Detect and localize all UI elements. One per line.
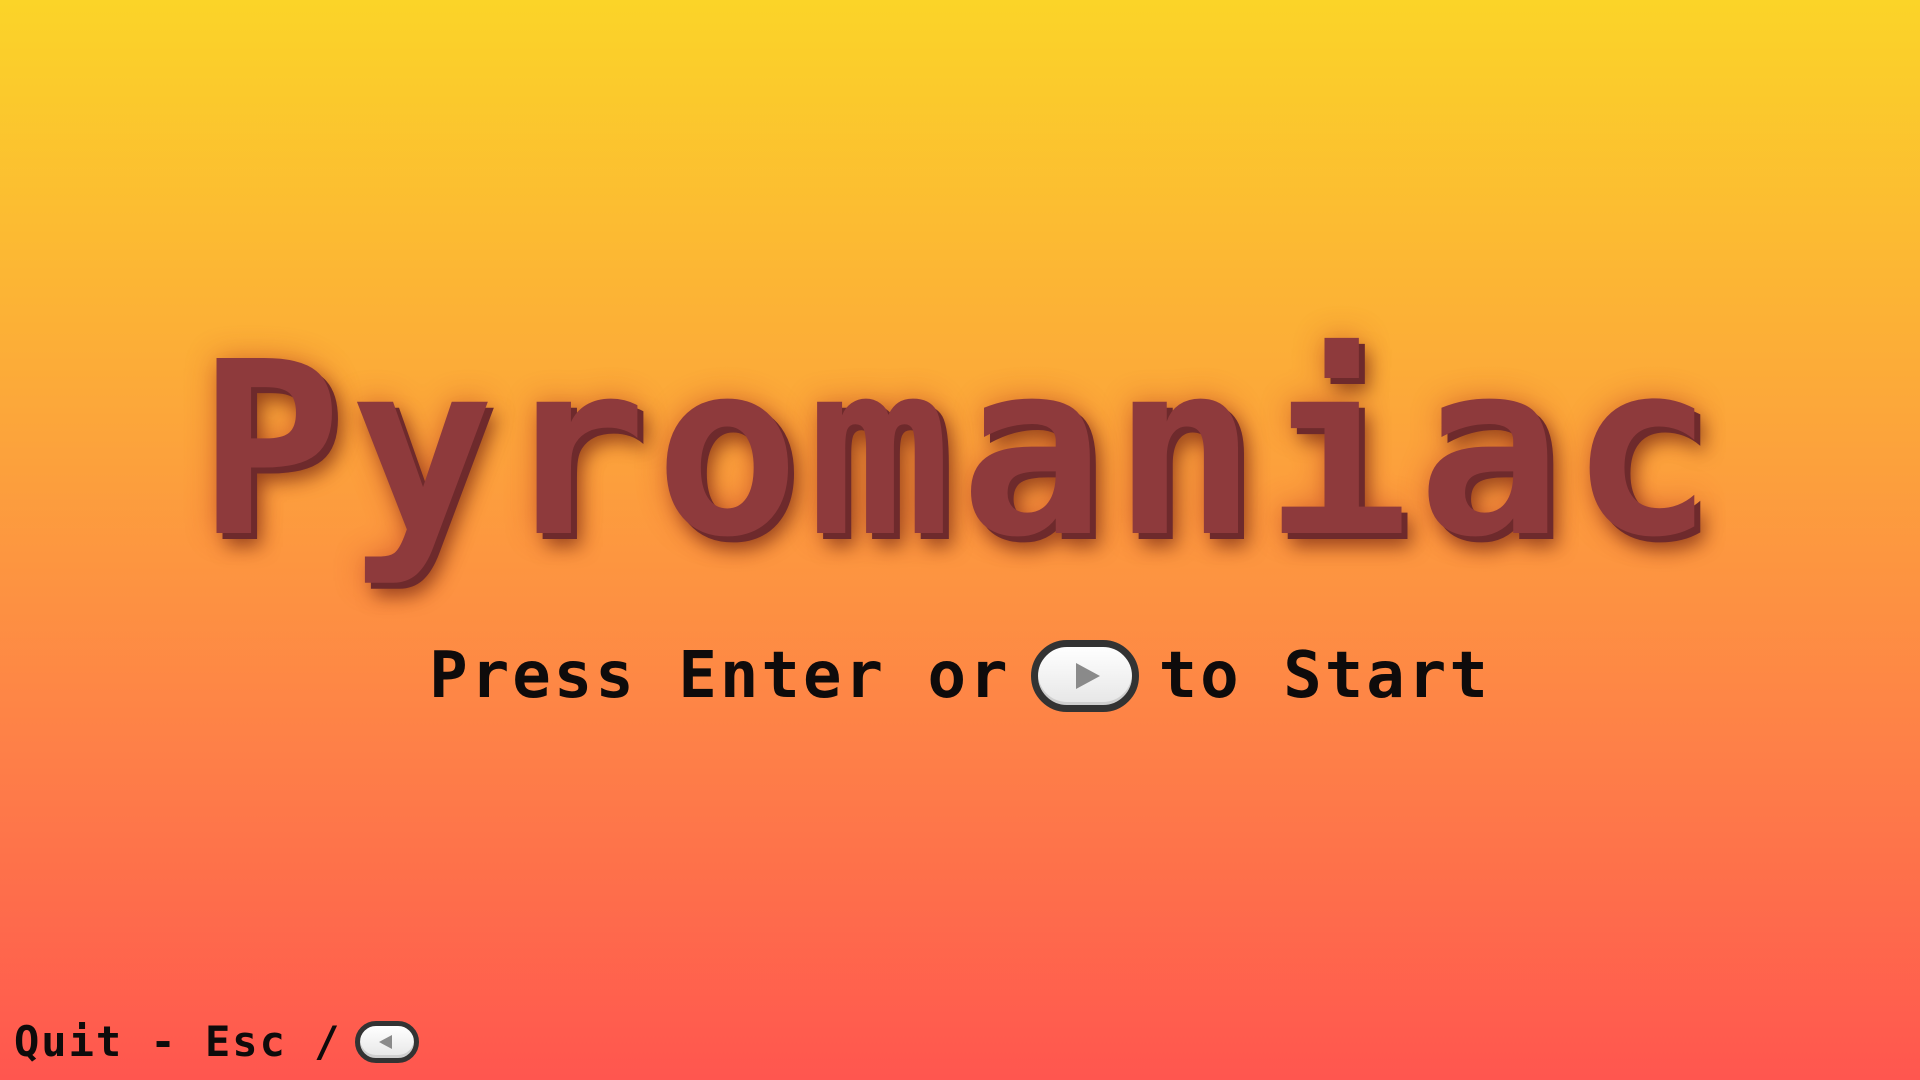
quit-hint: Quit - Esc / (14, 1017, 420, 1066)
back-button-icon[interactable] (355, 1020, 420, 1063)
start-prompt-after: to Start (1158, 639, 1491, 713)
title-screen: Pyromaniac Press Enter or to Start Quit … (0, 0, 1920, 1080)
play-triangle-icon (1075, 663, 1100, 689)
start-prompt: Press Enter or to Start (0, 636, 1920, 716)
back-triangle-icon (378, 1034, 392, 1049)
play-button-icon[interactable] (1030, 640, 1139, 712)
start-prompt-before: Press Enter or (429, 639, 1011, 713)
quit-label: Quit - Esc / (14, 1017, 342, 1066)
game-title: Pyromaniac (197, 310, 1723, 590)
